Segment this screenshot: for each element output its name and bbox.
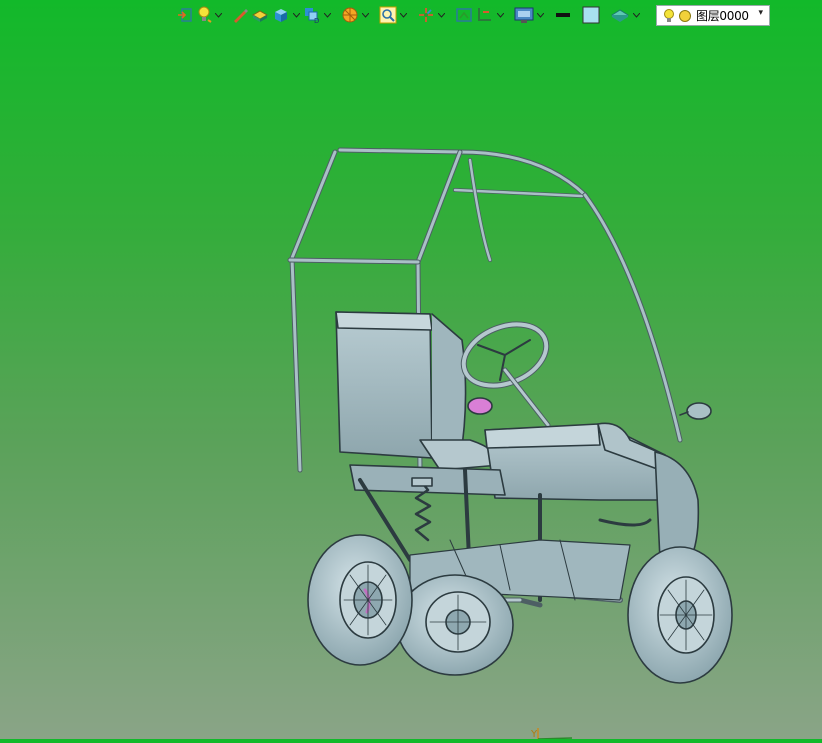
chevron-down-icon[interactable] [536,4,545,26]
display-icon[interactable] [513,4,535,26]
line-icon[interactable] [553,4,573,26]
frame-icon[interactable] [454,4,474,26]
chevron-down-icon[interactable] [323,4,332,26]
chevron-down-icon[interactable] [361,4,370,26]
pencil-icon[interactable] [231,4,249,26]
3d-viewport[interactable]: Y [0,0,822,740]
box-yellow-icon[interactable] [250,4,270,26]
chevron-down-icon[interactable] [399,4,408,26]
zoom-icon[interactable] [378,4,398,26]
cube-icon[interactable] [271,4,291,26]
chevron-down-icon[interactable] [496,4,505,26]
move-axes-icon[interactable] [416,4,436,26]
svg-text:D: D [314,17,319,24]
layer-dot-icon [679,9,691,22]
layer-dropdown[interactable]: 图层0000 ▾ [656,5,770,26]
toolbar: D [176,3,641,27]
color-square-icon[interactable] [581,4,601,26]
vehicle-frame-model[interactable]: Y [0,0,822,740]
chevron-down-icon[interactable] [292,4,301,26]
sphere-icon[interactable] [340,4,360,26]
chevron-down-icon[interactable] [214,4,223,26]
layer-plate-icon[interactable] [609,4,631,26]
chevron-down-icon[interactable] [437,4,446,26]
chevron-down-icon[interactable] [632,4,641,26]
layer-value: 图层0000 [696,9,749,23]
light-bulb-icon[interactable] [195,4,213,26]
clip-icon[interactable] [475,4,495,26]
light-bulb-icon [664,8,674,22]
multi-cube-icon[interactable]: D [302,4,322,26]
dropdown-arrow-icon[interactable]: ▾ [758,8,763,18]
axis-label-y: Y [530,729,538,739]
exit-icon[interactable] [176,4,194,26]
